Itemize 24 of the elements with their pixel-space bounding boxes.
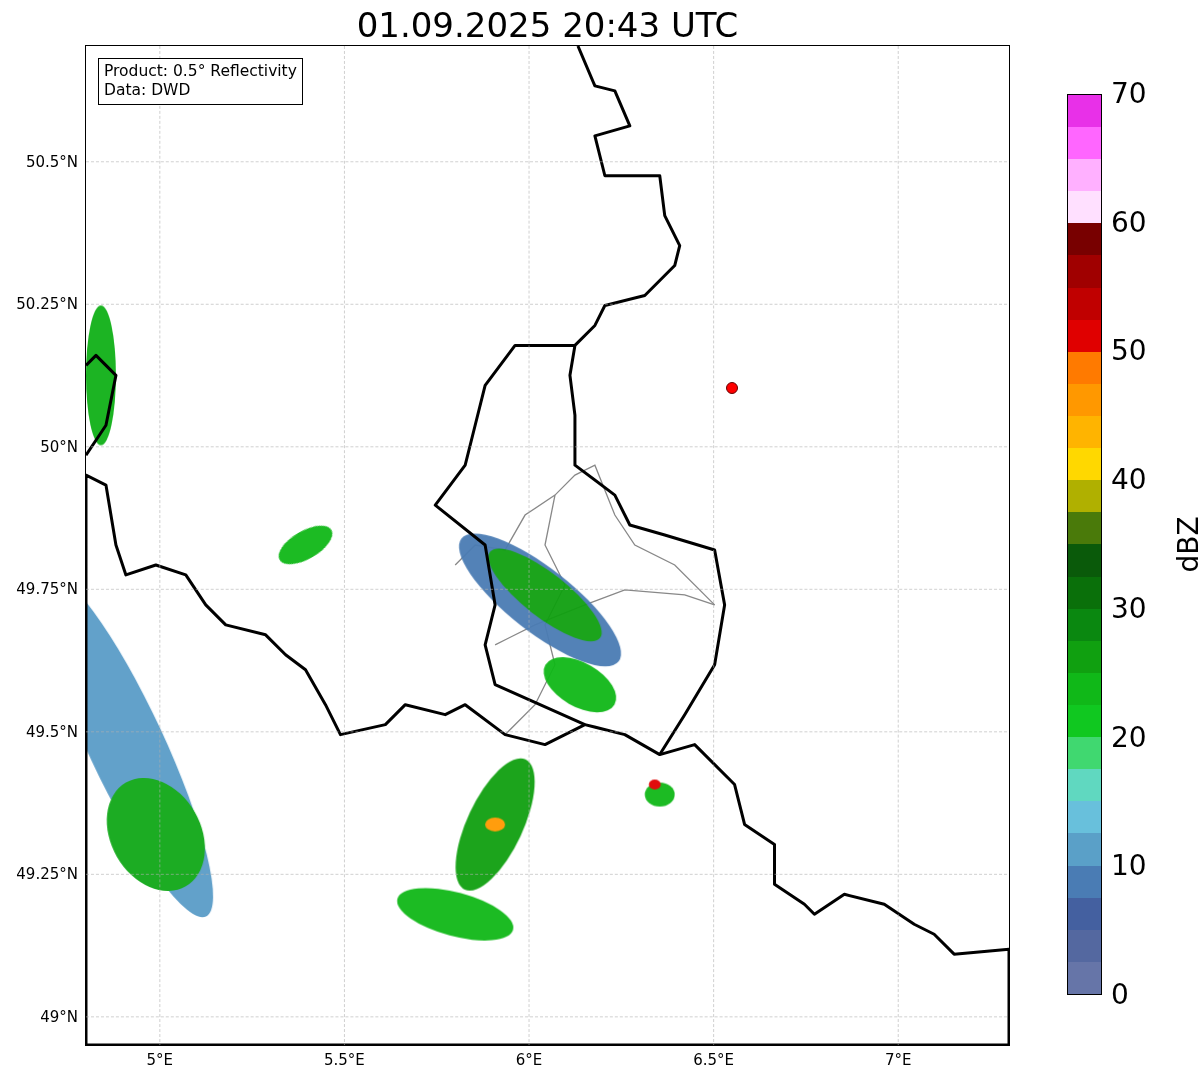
latitude-label: 50.25°N (16, 295, 78, 314)
colorbar-tick-label: 20 (1111, 722, 1147, 753)
info-text: Product: 0.5° Reflectivity (104, 62, 297, 81)
colorbar-tick-label: 50 (1111, 336, 1147, 367)
colorbar-tick-label: 10 (1111, 851, 1147, 882)
colorbar-tick-label: 70 (1111, 79, 1147, 109)
latitude-label: 50.5°N (25, 152, 78, 171)
chart-title: 01.09.2025 20:43 UTC (356, 5, 739, 45)
longitude-label: 6.5°E (693, 1051, 735, 1069)
colorbar-tick-label: 40 (1111, 465, 1147, 496)
info-text: Data: DWD (104, 81, 192, 100)
colorbar-label: dBZ (1171, 516, 1202, 573)
latitude-label: 49.25°N (16, 865, 78, 884)
latitude-label: 50°N (40, 437, 78, 456)
latitude-label: 49°N (40, 1007, 78, 1026)
colorbar-tick-label: 0 (1111, 980, 1129, 1010)
colorbar-tick-label: 60 (1111, 207, 1147, 238)
longitude-label: 7°E (884, 1051, 912, 1069)
latitude-label: 49.75°N (16, 580, 78, 599)
longitude-label: 5.5°E (324, 1051, 365, 1069)
colorbar-tick-label: 30 (1111, 593, 1147, 624)
longitude-label: 6°E (515, 1051, 543, 1069)
longitude-label: 5°E (146, 1051, 174, 1069)
latitude-label: 49.5°N (25, 722, 78, 741)
